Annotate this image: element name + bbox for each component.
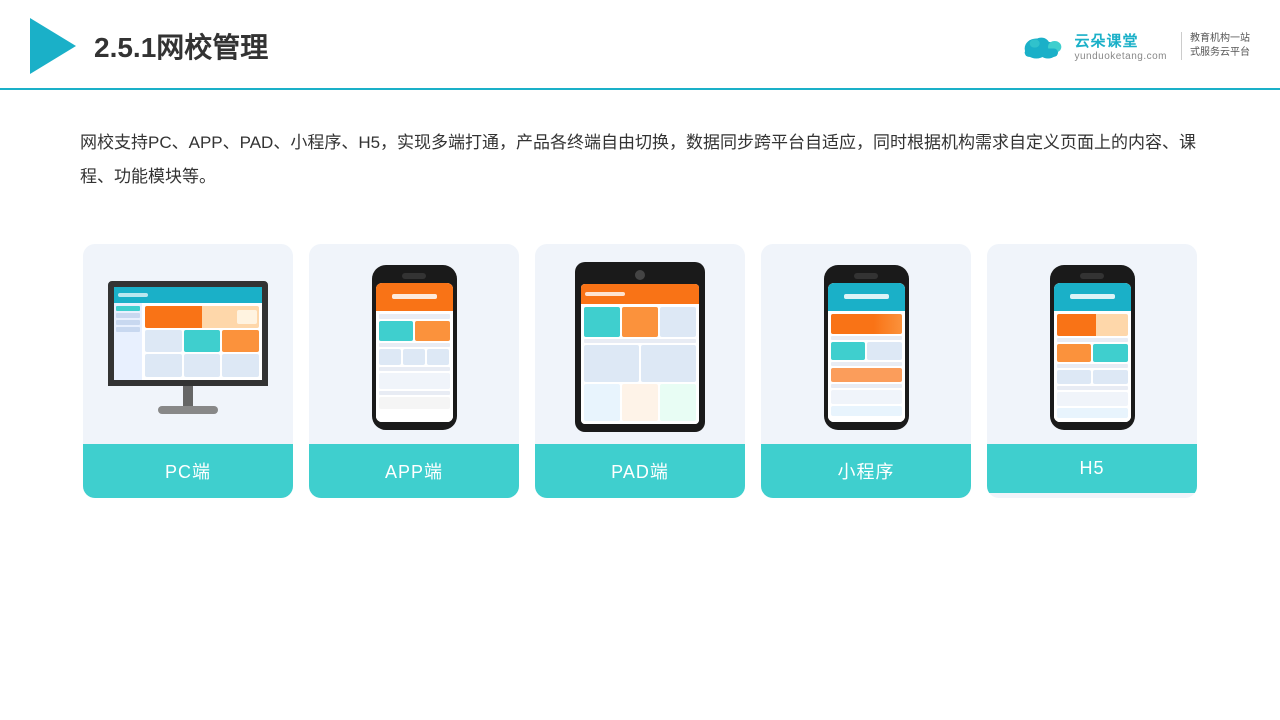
brand-icon: 云朵课堂 yunduoketang.com bbox=[1018, 30, 1167, 62]
phone-mockup-miniapp bbox=[824, 265, 909, 430]
card-app: APP端 bbox=[309, 244, 519, 498]
card-app-image bbox=[309, 244, 519, 444]
monitor-stand bbox=[183, 386, 193, 406]
header: 2.5.1网校管理 云朵课堂 yunduoketang.com bbox=[0, 0, 1280, 90]
brand-logo: 云朵课堂 yunduoketang.com bbox=[1018, 30, 1167, 62]
monitor-screen bbox=[108, 281, 268, 386]
tablet-screen bbox=[581, 284, 699, 424]
card-pad: PAD端 bbox=[535, 244, 745, 498]
phone-mockup-app bbox=[372, 265, 457, 430]
card-h5: H5 bbox=[987, 244, 1197, 498]
card-miniapp-label: 小程序 bbox=[761, 444, 971, 498]
monitor-mockup bbox=[108, 281, 268, 414]
cards-container: PC端 bbox=[0, 224, 1280, 528]
header-right: 云朵课堂 yunduoketang.com 教育机构一站 式服务云平台 bbox=[1018, 30, 1250, 62]
phone-body-miniapp bbox=[824, 265, 909, 430]
card-miniapp-image bbox=[761, 244, 971, 444]
tablet-home-btn bbox=[635, 270, 645, 280]
page-title: 2.5.1网校管理 bbox=[94, 26, 268, 66]
phone-body-h5 bbox=[1050, 265, 1135, 430]
phone-screen-app bbox=[376, 283, 453, 422]
phone-notch-app bbox=[402, 273, 426, 279]
phone-screen-miniapp bbox=[828, 283, 905, 422]
description: 网校支持PC、APP、PAD、小程序、H5，实现多端打通，产品各终端自由切换，数… bbox=[0, 90, 1280, 214]
header-left: 2.5.1网校管理 bbox=[30, 18, 268, 74]
card-app-label: APP端 bbox=[309, 444, 519, 498]
logo-triangle-icon bbox=[30, 18, 76, 74]
card-pc-image bbox=[83, 244, 293, 444]
brand-tagline: 教育机构一站 式服务云平台 bbox=[1181, 32, 1250, 60]
card-pad-label: PAD端 bbox=[535, 444, 745, 498]
brand-name: 云朵课堂 yunduoketang.com bbox=[1074, 30, 1167, 62]
card-pc: PC端 bbox=[83, 244, 293, 498]
monitor-base bbox=[158, 406, 218, 414]
phone-screen-h5 bbox=[1054, 283, 1131, 422]
phone-mockup-h5 bbox=[1050, 265, 1135, 430]
tablet-mockup bbox=[575, 262, 705, 432]
card-pc-label: PC端 bbox=[83, 444, 293, 498]
card-h5-label: H5 bbox=[987, 444, 1197, 493]
card-h5-image bbox=[987, 244, 1197, 444]
card-pad-image bbox=[535, 244, 745, 444]
phone-notch-miniapp bbox=[854, 273, 878, 279]
phone-notch-h5 bbox=[1080, 273, 1104, 279]
card-miniapp: 小程序 bbox=[761, 244, 971, 498]
phone-body-app bbox=[372, 265, 457, 430]
cloud-icon bbox=[1018, 30, 1068, 62]
tablet-body bbox=[575, 262, 705, 432]
description-text: 网校支持PC、APP、PAD、小程序、H5，实现多端打通，产品各终端自由切换，数… bbox=[80, 126, 1200, 194]
